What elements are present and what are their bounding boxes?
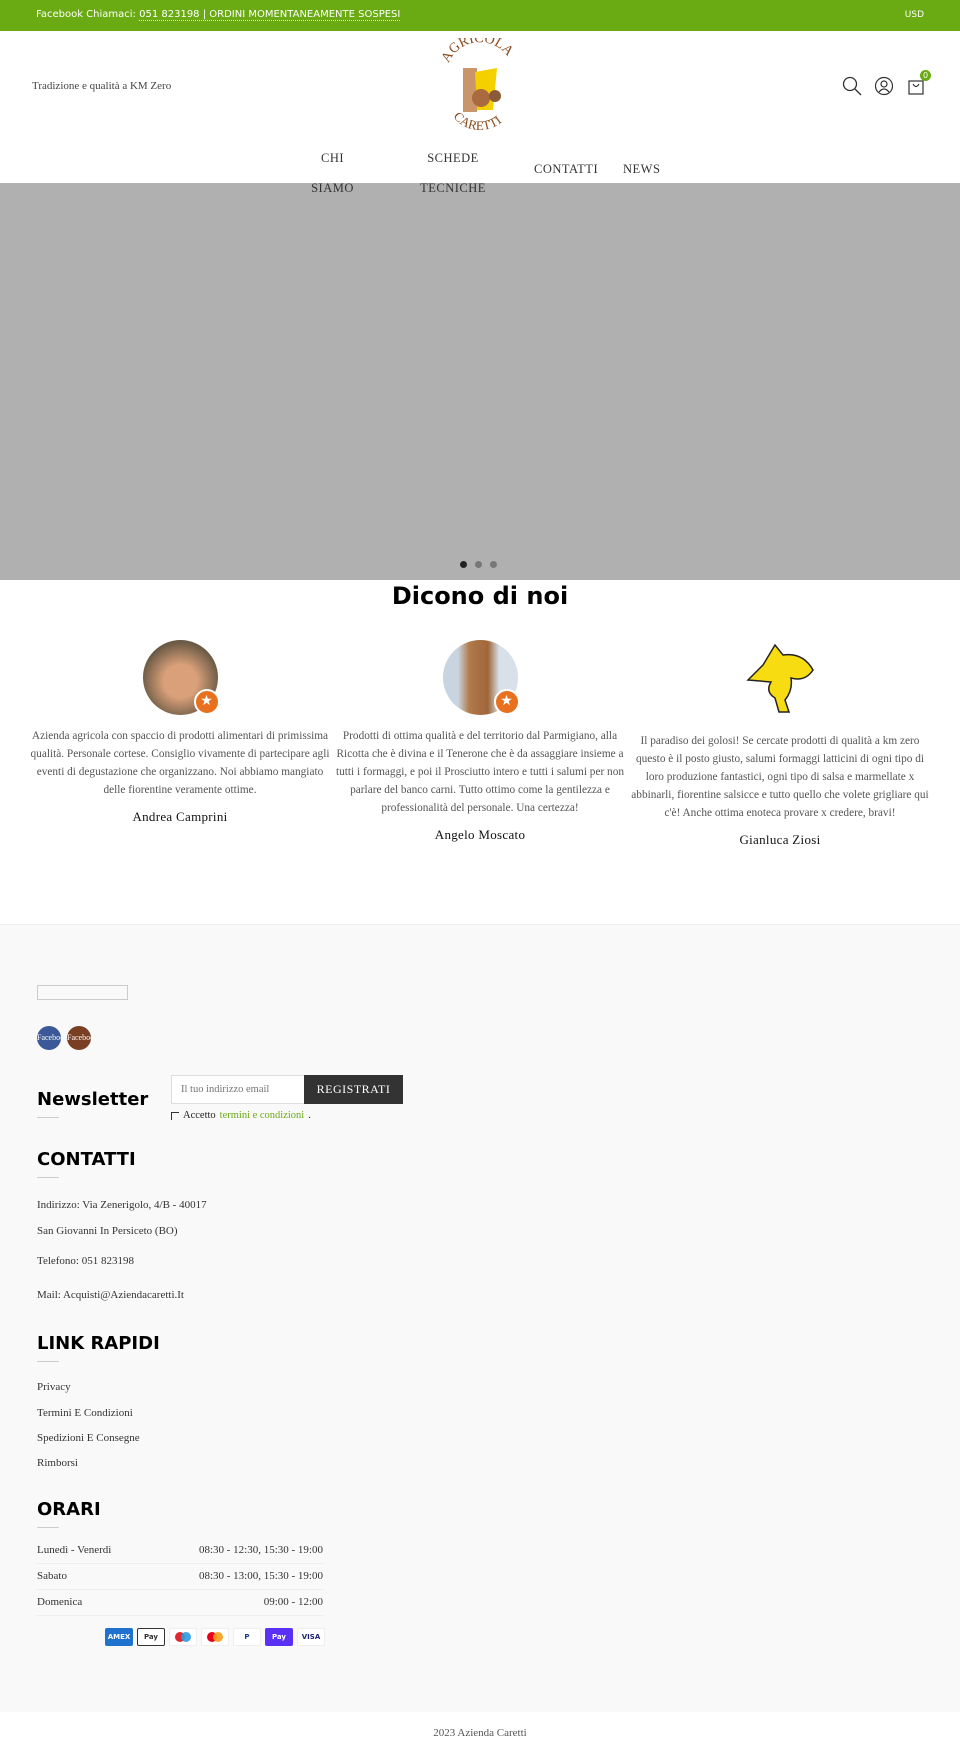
address-line-1: Indirizzo: Via Zenerigolo, 4/B - 40017 bbox=[37, 1199, 207, 1211]
slide-dot[interactable] bbox=[490, 561, 497, 568]
hours-row: Lunedì - Venerdì 08:30 - 12:30, 15:30 - 1… bbox=[37, 1538, 323, 1564]
testimonials-title: Dicono di noi bbox=[391, 582, 569, 610]
tagline: Tradizione e qualità a KM Zero bbox=[32, 80, 172, 92]
link-refunds[interactable]: Rimborsi bbox=[37, 1457, 78, 1469]
testimonial: ★ Azienda agricola con spaccio di prodot… bbox=[30, 640, 330, 825]
address-line-2: San Giovanni In Persiceto (BO) bbox=[37, 1225, 178, 1237]
cart-button[interactable]: 0 bbox=[906, 70, 931, 101]
hours-title: ORARI bbox=[37, 1499, 101, 1528]
day: Sabato bbox=[37, 1570, 67, 1582]
announcement-link[interactable]: 051 823198 | ORDINI MOMENTANEAMENTE SOSP… bbox=[139, 9, 401, 21]
star-badge-icon: ★ bbox=[493, 689, 520, 715]
testimonial-author: Angelo Moscato bbox=[434, 827, 526, 842]
hero-slideshow[interactable] bbox=[0, 183, 960, 580]
contacts-title: CONTATTI bbox=[37, 1149, 136, 1178]
testimonial: Il paradiso dei golosi! Se cercate prodo… bbox=[630, 640, 930, 848]
slide-dot[interactable] bbox=[475, 561, 482, 568]
slideshow-dots bbox=[460, 561, 497, 568]
announcement-prefix: Facebook Chiamaci: bbox=[36, 9, 136, 20]
period: . bbox=[308, 1110, 311, 1121]
mail: Mail: Acquisti@Aziendacaretti.It bbox=[37, 1289, 184, 1301]
newsletter-register-button[interactable]: REGISTRATI bbox=[304, 1075, 403, 1104]
newsletter-title: Newsletter bbox=[37, 1089, 148, 1118]
avatar: ★ bbox=[142, 640, 220, 715]
paypal-icon: P bbox=[233, 1628, 261, 1646]
testimonial-author: Andrea Camprini bbox=[132, 809, 228, 824]
day: Domenica bbox=[37, 1596, 83, 1608]
search-icon[interactable] bbox=[842, 76, 862, 96]
testimonial: ★ Prodotti di ottima qualità e del terri… bbox=[330, 640, 630, 843]
apple-pay-icon: Pay bbox=[137, 1628, 165, 1646]
nav-chi-siamo[interactable]: CHI SIAMO bbox=[300, 143, 365, 203]
avatar: ★ bbox=[442, 640, 520, 715]
announcement-bar: Facebook Chiamaci: 051 823198 | ORDINI M… bbox=[0, 0, 960, 31]
testimonial-text: Azienda agricola con spaccio di prodotti… bbox=[30, 730, 330, 796]
header-icons: 0 bbox=[842, 70, 931, 101]
facebook-link[interactable]: Facebook bbox=[37, 1026, 61, 1050]
terms-consent: Accetto termini e condizioni. bbox=[171, 1110, 311, 1121]
hours-row: Sabato 08:30 - 13:00, 15:30 - 19:00 bbox=[37, 1564, 323, 1590]
nav-label: SIAMO bbox=[311, 181, 354, 195]
link-terms[interactable]: Termini E Condizioni bbox=[37, 1407, 133, 1419]
link-privacy[interactable]: Privacy bbox=[37, 1381, 71, 1393]
slide-dot[interactable] bbox=[460, 561, 467, 568]
time: 08:30 - 13:00, 15:30 - 19:00 bbox=[198, 1570, 323, 1582]
copyright: 2023 Azienda Caretti bbox=[433, 1727, 527, 1739]
amex-icon: AMEX bbox=[105, 1628, 133, 1646]
facebook-link-2[interactable]: Facebook bbox=[67, 1026, 91, 1050]
testimonial-text: Il paradiso dei golosi! Se cercate prodo… bbox=[631, 735, 929, 819]
hours-row: Domenica 09:00 - 12:00 bbox=[37, 1590, 323, 1616]
phone: Telefono: 051 823198 bbox=[37, 1255, 134, 1267]
nav-label: TECNICHE bbox=[420, 181, 486, 195]
quick-links-title: LINK RAPIDI bbox=[37, 1333, 160, 1362]
payment-icons: AMEX Pay P Pay VISA bbox=[105, 1628, 325, 1646]
currency-selector[interactable]: USD bbox=[905, 10, 924, 20]
nav-contatti[interactable]: CONTATTI bbox=[534, 154, 598, 184]
svg-text:CARETTI: CARETTI bbox=[451, 109, 504, 133]
testimonial-text: Prodotti di ottima qualità e del territo… bbox=[335, 730, 625, 814]
svg-text:AGRICOLA: AGRICOLA bbox=[439, 38, 517, 65]
footer-logo-placeholder bbox=[37, 985, 128, 1000]
announcement-text: Facebook Chiamaci: 051 823198 | ORDINI M… bbox=[36, 9, 401, 21]
cart-count: 0 bbox=[920, 70, 931, 81]
time: 09:00 - 12:00 bbox=[263, 1596, 323, 1608]
nav-news[interactable]: NEWS bbox=[623, 154, 660, 184]
newsletter-email-input[interactable] bbox=[171, 1075, 305, 1104]
time: 08:30 - 12:30, 15:30 - 19:00 bbox=[198, 1544, 323, 1556]
avatar bbox=[745, 643, 814, 713]
star-badge-icon: ★ bbox=[193, 689, 220, 715]
testimonial-author: Gianluca Ziosi bbox=[739, 832, 821, 847]
shop-pay-icon: Pay bbox=[265, 1628, 293, 1646]
link-shipping[interactable]: Spedizioni E Consegne bbox=[37, 1432, 140, 1444]
mastercard-icon bbox=[201, 1628, 229, 1646]
terms-link[interactable]: termini e condizioni bbox=[220, 1110, 305, 1121]
terms-checkbox[interactable] bbox=[171, 1111, 179, 1120]
nav-schede-tecniche[interactable]: SCHEDE TECNICHE bbox=[408, 143, 498, 203]
hours-table: Lunedì - Venerdì 08:30 - 12:30, 15:30 - 1… bbox=[37, 1538, 323, 1616]
account-icon[interactable] bbox=[874, 76, 894, 96]
nav-label: CHI bbox=[320, 151, 345, 165]
accept-label: Accetto bbox=[183, 1110, 216, 1121]
day: Lunedì - Venerdì bbox=[37, 1544, 112, 1556]
maestro-icon bbox=[169, 1628, 197, 1646]
nav-label: SCHEDE bbox=[427, 151, 479, 165]
visa-icon: VISA bbox=[297, 1628, 325, 1646]
logo[interactable]: AGRICOLA CARETTI bbox=[435, 38, 525, 133]
